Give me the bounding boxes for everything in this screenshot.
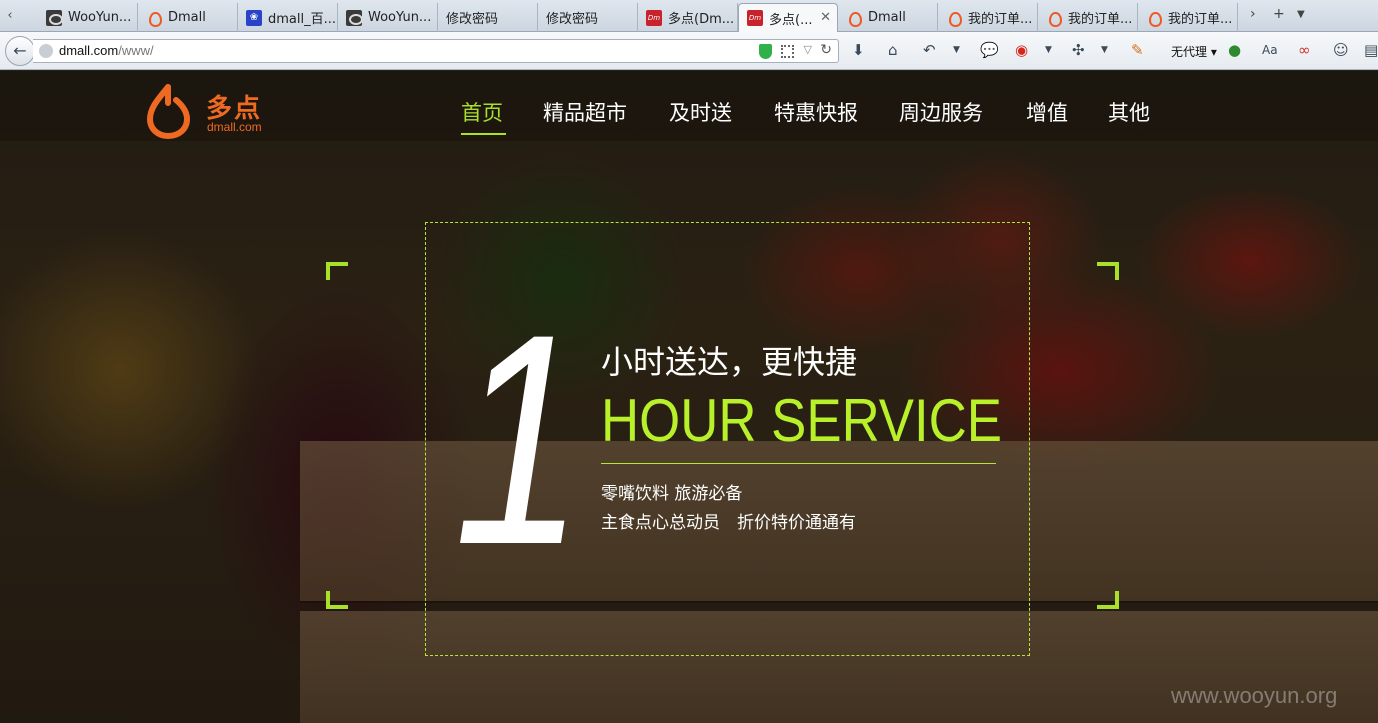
- dmall-red-icon: Dm: [646, 9, 662, 26]
- browser-tab[interactable]: 修改密码: [438, 3, 538, 32]
- logo-domain[interactable]: dmall.com: [207, 120, 262, 134]
- reader-mode-icon[interactable]: Aa: [1262, 43, 1278, 57]
- proxy-label: 无代理: [1171, 45, 1208, 59]
- weibo-dropdown-icon[interactable]: ▼: [1045, 45, 1052, 55]
- security-shield-icon[interactable]: [759, 44, 772, 59]
- tab-scroll-left-icon[interactable]: ‹: [2, 6, 18, 26]
- url-path: /www/: [118, 43, 154, 58]
- tab-label: 修改密码: [446, 12, 499, 27]
- weibo-icon[interactable]: ◉: [1015, 41, 1028, 59]
- tab-label: 多点(...: [769, 12, 813, 28]
- nav-item-home[interactable]: 首页: [461, 97, 503, 127]
- qrcode-icon[interactable]: [781, 45, 794, 58]
- tab-label: WooYun...: [68, 10, 132, 25]
- hero-subtitle-2: 主食点心总动员 折价特价通通有: [601, 513, 856, 533]
- tab-label: dmall_百...: [268, 12, 337, 27]
- overflow-icon[interactable]: ▤: [1364, 41, 1378, 59]
- proxy-selector[interactable]: 无代理 ▾: [1171, 43, 1217, 60]
- address-bar[interactable]: dmall.com/www/ ▽ ↻: [33, 39, 839, 63]
- browser-tab[interactable]: WooYun...: [38, 3, 138, 32]
- tools-dropdown-icon[interactable]: ▼: [1101, 45, 1108, 55]
- browser-tab[interactable]: 我的订单...: [1138, 3, 1238, 32]
- tab-label: 多点(Dm...: [668, 12, 735, 27]
- dmall-icon: [1046, 10, 1062, 27]
- green-addon-icon[interactable]: ●: [1228, 41, 1241, 59]
- url-history-dropdown-icon[interactable]: ▽: [804, 43, 812, 56]
- nav-item-local-services[interactable]: 周边服务: [899, 97, 983, 127]
- browser-tab[interactable]: Dmall: [838, 3, 938, 32]
- url-text[interactable]: dmall.com/www/: [59, 43, 154, 58]
- watermark-text: www.wooyun.org: [1171, 683, 1338, 708]
- hero-number: 1: [454, 271, 585, 607]
- tab-label: 我的订单...: [1168, 12, 1233, 27]
- tab-list-dropdown-icon[interactable]: ▼: [1297, 9, 1305, 20]
- link-icon[interactable]: ∞: [1298, 41, 1311, 59]
- hero-divider: [601, 463, 996, 464]
- home-icon[interactable]: ⌂: [888, 41, 898, 59]
- reload-icon[interactable]: ↻: [820, 42, 832, 58]
- dmall-icon: [1146, 10, 1162, 27]
- download-icon[interactable]: ⬇: [852, 41, 865, 59]
- browser-tab[interactable]: Dmall: [138, 3, 238, 32]
- baidu-paw-icon: ❀: [246, 9, 262, 26]
- wooyun-icon: [46, 9, 63, 26]
- hero-subtitle-1: 零嘴饮料 旅游必备: [601, 484, 743, 504]
- nav-active-underline: [461, 133, 506, 135]
- globe-icon: [39, 44, 53, 58]
- browser-tab-active[interactable]: Dm 多点(... ✕: [738, 3, 838, 32]
- smiley-icon[interactable]: ☺: [1333, 41, 1349, 59]
- url-host: dmall.com: [59, 43, 119, 58]
- tab-label: 我的订单...: [1068, 12, 1133, 27]
- chat-bubble-icon[interactable]: 💬: [980, 41, 999, 59]
- tab-label: Dmall: [168, 10, 206, 25]
- tab-scroll-right-icon[interactable]: ›: [1250, 6, 1256, 22]
- browser-tab[interactable]: Dm 多点(Dm...: [638, 3, 738, 32]
- nav-item-deals[interactable]: 特惠快报: [774, 97, 858, 127]
- browser-tab[interactable]: ❀ dmall_百...: [238, 3, 338, 32]
- browser-navbar: ← dmall.com/www/ ▽ ↻ ⬇ ⌂ ↶ ▼ 💬 ◉ ▼ ✣ ▼ ✎…: [0, 32, 1378, 70]
- new-tab-icon[interactable]: +: [1273, 6, 1285, 22]
- browser-tab[interactable]: WooYun...: [338, 3, 438, 32]
- undo-close-tab-icon[interactable]: ↶: [923, 41, 936, 59]
- nav-item-express[interactable]: 及时送: [669, 97, 732, 127]
- corner-bracket: [1097, 591, 1119, 609]
- hero-banner: 多点 dmall.com 首页 精品超市 及时送 特惠快报 周边服务 增值 其他…: [0, 71, 1378, 723]
- hero-service-title: HOUR SERVICE: [601, 387, 1002, 454]
- wooyun-icon: [346, 9, 363, 26]
- browser-tab[interactable]: 我的订单...: [938, 3, 1038, 32]
- tab-label: Dmall: [868, 10, 906, 25]
- tab-label: WooYun...: [368, 10, 432, 25]
- browser-tab[interactable]: 我的订单...: [1038, 3, 1138, 32]
- nav-item-supermarket[interactable]: 精品超市: [543, 97, 627, 127]
- dmall-icon: [946, 10, 962, 27]
- back-button[interactable]: ←: [5, 36, 35, 66]
- nav-item-value-added[interactable]: 增值: [1026, 97, 1068, 127]
- dmall-icon: [846, 10, 862, 27]
- browser-tabstrip: ‹ WooYun... Dmall ❀ dmall_百... WooYun...…: [0, 0, 1378, 32]
- corner-bracket: [326, 591, 348, 609]
- dmall-red-icon: Dm: [747, 10, 763, 26]
- undo-dropdown-icon[interactable]: ▼: [953, 45, 960, 55]
- corner-bracket: [1097, 262, 1119, 280]
- hero-tagline: 小时送达，更快捷: [601, 343, 858, 381]
- dmall-logo-icon[interactable]: [146, 81, 192, 139]
- dmall-icon: [146, 10, 162, 27]
- tab-label: 我的订单...: [968, 12, 1033, 27]
- nav-item-other[interactable]: 其他: [1108, 97, 1150, 127]
- browser-tab[interactable]: 修改密码: [538, 3, 638, 32]
- tools-icon[interactable]: ✣: [1072, 41, 1085, 59]
- close-tab-icon[interactable]: ✕: [820, 10, 831, 25]
- tab-label: 修改密码: [546, 12, 599, 27]
- addon-icon[interactable]: ✎: [1131, 41, 1144, 59]
- corner-bracket: [326, 262, 348, 280]
